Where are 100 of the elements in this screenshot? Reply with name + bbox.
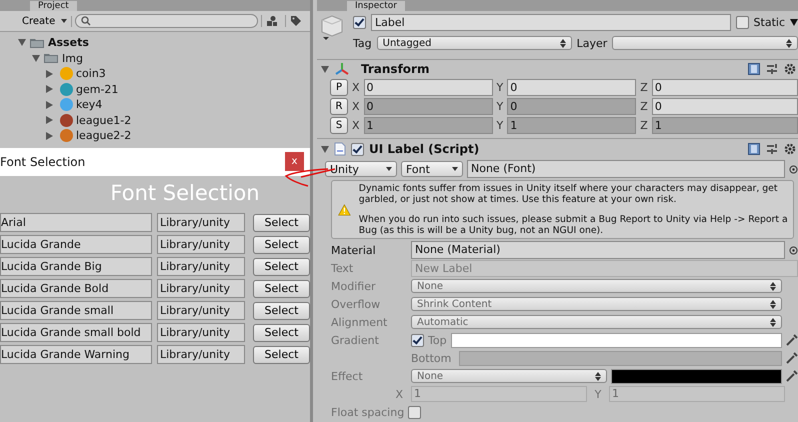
- font-name-field: Lucida Grande: [0, 235, 152, 254]
- select-button[interactable]: Select: [253, 302, 310, 320]
- tree-item[interactable]: gem-21: [14, 82, 310, 97]
- font-path-field: Library/unity: [157, 213, 245, 232]
- help-icon[interactable]: [748, 143, 760, 155]
- font-path-field: Library/unity: [157, 279, 245, 298]
- top-label: Top: [428, 334, 447, 346]
- property-label: Text: [331, 262, 354, 274]
- axis-label: X: [352, 81, 360, 94]
- warning-text: When you do run into such issues, please submit a Bug Report to Unity via Help -> Report a Bug (as this is will be a Unity bug, not an NGUI one).: [358, 214, 789, 236]
- tree-item[interactable]: league2-2: [14, 128, 310, 144]
- select-button[interactable]: Select: [253, 214, 310, 232]
- component-title: UI Label (Script): [369, 142, 480, 156]
- tag-label: Tag: [353, 36, 372, 50]
- window-heading: Font Selection: [109, 180, 261, 206]
- tag-dropdown[interactable]: Untagged: [376, 36, 572, 50]
- reset-button[interactable]: R: [330, 98, 348, 115]
- component-title: Transform: [361, 62, 430, 76]
- bottom-label: Bottom: [411, 352, 452, 364]
- font-name-field: Arial: [0, 213, 152, 232]
- font-name-field: Lucida Grande Big: [0, 257, 152, 276]
- number-field[interactable]: 0: [507, 98, 636, 115]
- expand-arrow-icon[interactable]: [321, 66, 329, 72]
- eyedropper-icon[interactable]: [786, 334, 798, 346]
- select-button[interactable]: Select: [253, 280, 310, 298]
- sliders-icon[interactable]: [766, 143, 778, 155]
- axis-label: Y: [496, 100, 504, 113]
- property-label: Gradient: [331, 334, 380, 346]
- font-path-field: Library/unity: [157, 235, 245, 254]
- number-field[interactable]: 0: [507, 79, 636, 96]
- number-field[interactable]: 0: [652, 98, 798, 115]
- font-field[interactable]: None (Font): [467, 160, 785, 178]
- axis-label: X: [352, 119, 360, 132]
- font-path-field: Library/unity: [157, 257, 245, 276]
- tree-item[interactable]: Img: [14, 50, 310, 66]
- inspector-tab[interactable]: Inspector: [347, 1, 405, 11]
- layer-label: Layer: [576, 36, 608, 50]
- axis-label: Y: [496, 81, 504, 94]
- material-field[interactable]: None (Material): [411, 241, 785, 259]
- object-picker-icon[interactable]: [789, 164, 798, 174]
- warning-text: Dynamic fonts suffer from issues in Unity itself where your characters may disappear, get garbled, or just not show at times. Use this feature at your own risk.: [358, 183, 779, 205]
- create-button[interactable]: Create: [18, 16, 72, 26]
- font-name-field: Lucida Grande Bold: [0, 279, 152, 298]
- static-checkbox[interactable]: [736, 16, 749, 28]
- search-field[interactable]: [75, 14, 258, 28]
- font-type-dropdown[interactable]: Font: [401, 161, 463, 177]
- transform-axes-icon: [334, 62, 350, 76]
- property-label: Modifier: [331, 280, 376, 292]
- settings-icon[interactable]: [784, 143, 796, 155]
- close-button[interactable]: x: [285, 152, 304, 171]
- object-picker-icon[interactable]: [789, 246, 798, 254]
- static-label: Static: [754, 16, 785, 28]
- dropdown-arrow-icon[interactable]: [790, 18, 798, 26]
- select-button[interactable]: Select: [253, 324, 310, 342]
- layer-dropdown[interactable]: [612, 36, 798, 50]
- property-label: Material: [331, 244, 377, 256]
- font-path-field: Library/unity: [157, 345, 245, 364]
- axis-label: Z: [640, 100, 648, 113]
- search-icon: [81, 16, 92, 26]
- font-name-field: Lucida Grande Warning: [0, 345, 152, 364]
- axis-label: Z: [640, 119, 648, 132]
- name-field[interactable]: Label: [371, 14, 731, 30]
- axis-label: Y: [594, 388, 602, 400]
- number-field[interactable]: 0: [364, 79, 493, 96]
- reset-button[interactable]: S: [330, 117, 348, 134]
- tree-item[interactable]: key4: [14, 97, 310, 112]
- enabled-checkbox[interactable]: [351, 142, 364, 156]
- project-tab[interactable]: Project: [30, 1, 77, 11]
- cube-icon: [319, 13, 345, 41]
- select-button[interactable]: Select: [253, 258, 310, 276]
- settings-icon[interactable]: [784, 63, 796, 75]
- axis-label: X: [352, 100, 360, 113]
- property-label: Overflow: [331, 298, 382, 310]
- axis-label: Y: [496, 119, 504, 132]
- number-field[interactable]: 0: [652, 79, 798, 96]
- tree-item[interactable]: league1-2: [14, 112, 310, 128]
- axis-label: Z: [640, 81, 648, 94]
- number-field[interactable]: 0: [364, 98, 493, 115]
- active-checkbox[interactable]: [353, 16, 366, 28]
- property-label: Float spacing: [331, 406, 404, 418]
- font-name-field: Lucida Grande small bold: [0, 323, 152, 342]
- tree-item[interactable]: Assets: [14, 35, 310, 50]
- number-field[interactable]: 1: [507, 117, 636, 134]
- reset-button[interactable]: P: [330, 79, 348, 96]
- script-file-icon: [334, 142, 346, 156]
- font-source-dropdown[interactable]: Unity: [325, 161, 397, 177]
- help-icon[interactable]: [748, 63, 760, 75]
- tree-item[interactable]: coin3: [14, 66, 310, 82]
- font-path-field: Library/unity: [157, 301, 245, 320]
- property-label: Alignment: [331, 316, 388, 328]
- eyedropper-icon[interactable]: [786, 352, 798, 364]
- axis-label: X: [394, 388, 404, 400]
- font-path-field: Library/unity: [157, 323, 245, 342]
- eyedropper-icon[interactable]: [786, 370, 798, 382]
- select-button[interactable]: Select: [253, 236, 310, 254]
- font-name-field: Lucida Grande small: [0, 301, 152, 320]
- select-button[interactable]: Select: [253, 346, 310, 364]
- sliders-icon[interactable]: [766, 63, 778, 75]
- number-field[interactable]: 1: [364, 117, 493, 134]
- number-field[interactable]: 1: [652, 117, 798, 134]
